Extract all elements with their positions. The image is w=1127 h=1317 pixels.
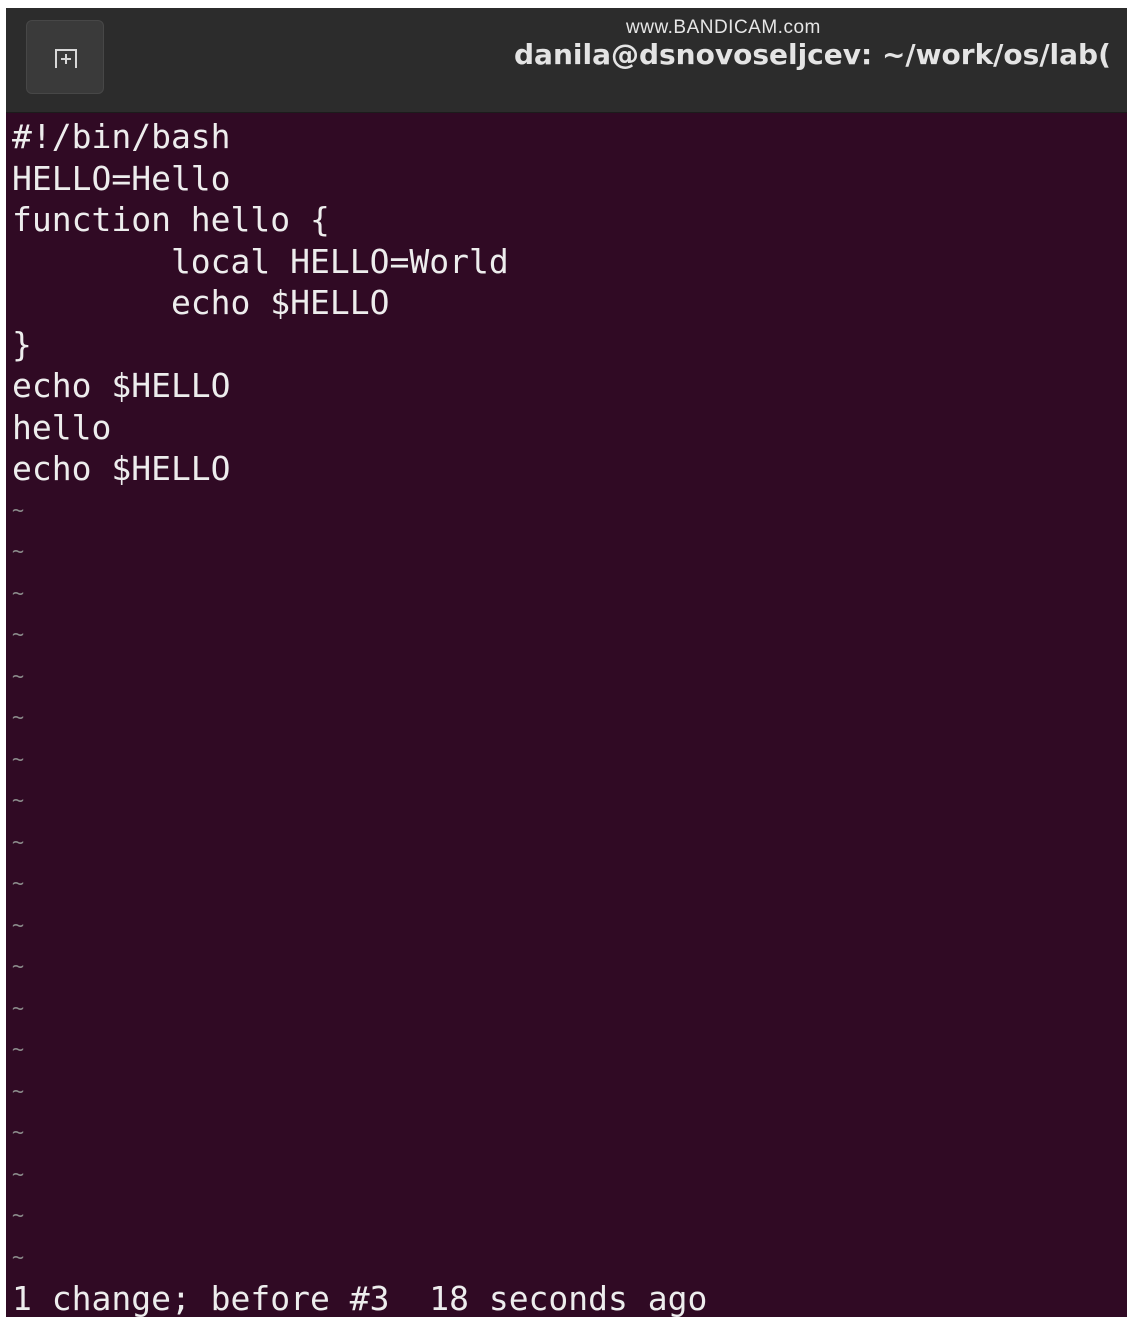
empty-line-marker: ~ xyxy=(12,497,25,522)
code-line: echo $HELLO xyxy=(12,449,231,488)
empty-line-marker: ~ xyxy=(12,663,25,688)
bandicam-watermark: www.BANDICAM.com xyxy=(626,17,821,38)
code-line: #!/bin/bash xyxy=(12,117,231,156)
empty-line-marker: ~ xyxy=(12,954,25,978)
new-tab-button[interactable] xyxy=(26,20,104,94)
titlebar: www.BANDICAM.com danila@dsnovoseljcev: ~… xyxy=(6,8,1127,113)
empty-line-marker: ~ xyxy=(12,995,25,1020)
empty-line-marker: ~ xyxy=(12,580,25,605)
empty-line-marker: ~ xyxy=(12,746,25,771)
empty-line-marker: ~ xyxy=(12,622,25,646)
empty-line-marker: ~ xyxy=(12,539,25,563)
terminal-window: www.BANDICAM.com danila@dsnovoseljcev: ~… xyxy=(6,8,1127,1317)
window-title: danila@dsnovoseljcev: ~/work/os/lab( xyxy=(514,38,1111,71)
empty-line-marker: ~ xyxy=(12,1078,25,1103)
vim-status-line: 1 change; before #3 18 seconds ago xyxy=(12,1279,708,1317)
empty-line-marker: ~ xyxy=(12,1120,25,1144)
empty-line-marker: ~ xyxy=(12,1037,25,1061)
empty-line-marker: ~ xyxy=(12,1161,25,1186)
code-line: } xyxy=(12,324,32,364)
empty-line-marker: ~ xyxy=(12,788,25,812)
code-line: echo $HELLO xyxy=(12,366,231,405)
empty-line-marker: ~ xyxy=(12,705,25,729)
new-tab-icon xyxy=(55,49,77,68)
empty-line-marker: ~ xyxy=(12,1244,25,1269)
code-line: hello xyxy=(12,407,112,447)
empty-line-marker: ~ xyxy=(12,871,25,895)
code-line: HELLO=Hello xyxy=(12,158,231,198)
code-line: function hello { xyxy=(12,200,330,239)
code-line: local HELLO=World xyxy=(12,241,509,281)
empty-line-marker: ~ xyxy=(12,829,25,854)
empty-line-marker: ~ xyxy=(12,1203,25,1227)
code-line: echo $HELLO xyxy=(12,283,390,322)
empty-line-marker: ~ xyxy=(12,912,25,937)
